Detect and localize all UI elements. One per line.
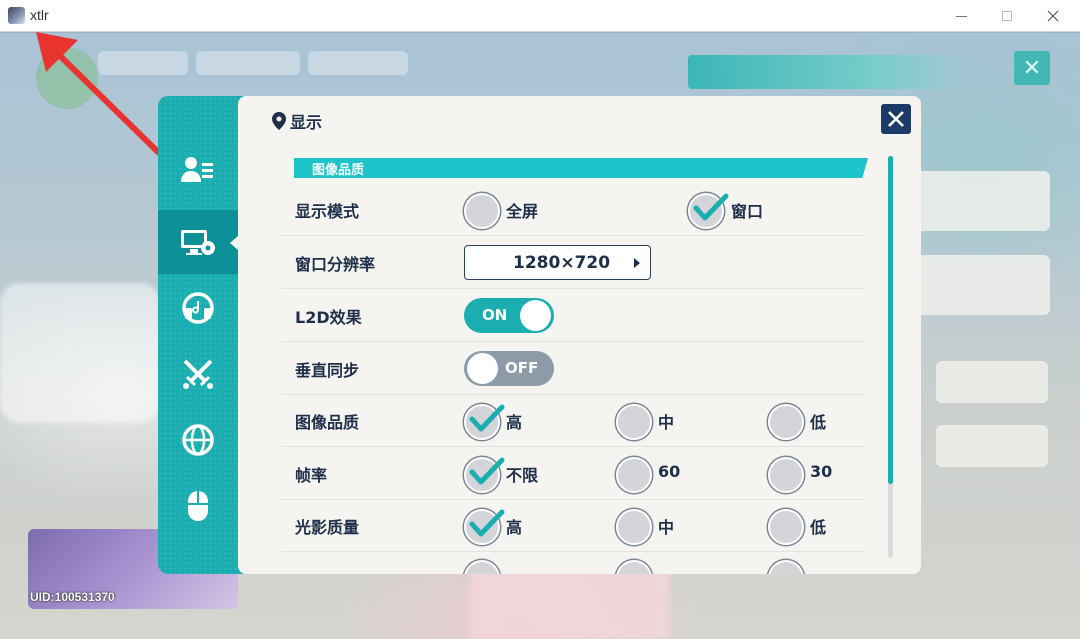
l2d-row: L2D效果 ON	[282, 290, 864, 342]
toggle-knob	[467, 353, 498, 384]
check-icon	[469, 509, 505, 537]
l2d-toggle[interactable]: ON	[464, 298, 554, 333]
settings-sidebar	[158, 96, 244, 574]
frame-rate-30-label: 30	[810, 462, 833, 481]
background-card	[936, 425, 1048, 467]
display-mode-window-radio[interactable]	[688, 193, 729, 229]
background-close-icon: ✕	[1014, 51, 1050, 85]
display-mode-fullscreen-label: 全屏	[506, 202, 539, 221]
sidebar-item-battle[interactable]	[158, 342, 238, 406]
frame-rate-unlimited-radio[interactable]	[464, 457, 505, 493]
globe-icon	[182, 424, 214, 456]
shadow-quality-low-radio[interactable]	[768, 509, 804, 545]
shadow-quality-high-radio[interactable]	[464, 509, 505, 545]
shadow-quality-high-label: 高	[506, 518, 523, 537]
image-quality-label: 图像品质	[295, 413, 360, 432]
image-quality-medium-radio[interactable]	[616, 404, 652, 440]
image-quality-row: 图像品质 高 中 低	[282, 395, 864, 447]
mouse-icon	[188, 491, 208, 521]
hud-resource	[196, 51, 300, 75]
background-building	[0, 283, 160, 423]
scrollbar-thumb[interactable]	[888, 156, 893, 484]
caret-right-icon	[634, 258, 640, 268]
sidebar-item-more[interactable]	[158, 540, 238, 574]
uid-label: UID:100531370	[30, 590, 115, 604]
sidebar-item-audio[interactable]	[158, 276, 238, 340]
window-title: xtlr	[30, 7, 49, 23]
background-card	[912, 171, 1050, 231]
frame-rate-30-radio[interactable]	[768, 457, 804, 493]
image-quality-medium-label: 中	[658, 413, 675, 432]
shadow-quality-medium-label: 中	[658, 518, 675, 537]
close-window-button[interactable]	[1030, 0, 1076, 32]
check-icon	[469, 457, 505, 485]
sidebar-item-profile[interactable]	[158, 138, 238, 202]
frame-rate-unlimited-label: 不限	[506, 466, 539, 485]
vsync-row: 垂直同步 OFF	[282, 343, 864, 395]
background-card	[912, 255, 1050, 315]
shadow-quality-label: 光影质量	[295, 518, 360, 537]
settings-scrollbar[interactable]	[888, 156, 893, 558]
section-header: 图像品质	[294, 158, 868, 178]
frame-rate-row: 帧率 不限 60 30	[282, 448, 864, 500]
vsync-toggle-state: OFF	[505, 359, 539, 377]
minimize-icon	[955, 15, 967, 17]
shadow-quality-low-label: 低	[810, 518, 827, 537]
display-mode-row: 显示模式 全屏 窗口	[282, 184, 864, 236]
sidebar-item-display[interactable]	[158, 210, 238, 274]
sidebar-item-controls[interactable]	[158, 474, 238, 538]
display-mode-window-label: 窗口	[731, 202, 764, 221]
monitor-gear-icon	[181, 230, 215, 255]
headphones-icon	[182, 292, 214, 324]
toggle-knob	[520, 300, 551, 331]
display-mode-fullscreen-radio[interactable]	[464, 193, 500, 229]
more-icon	[183, 557, 213, 574]
vsync-label: 垂直同步	[295, 361, 360, 380]
image-quality-low-label: 低	[810, 413, 827, 432]
sidebar-active-pointer	[230, 236, 238, 250]
shadow-quality-row: 光影质量 高 中 低	[282, 500, 864, 552]
section-title: 图像品质	[312, 163, 365, 178]
background-card	[936, 361, 1048, 403]
close-settings-button[interactable]	[881, 104, 911, 134]
partial-radio[interactable]	[464, 560, 500, 574]
vsync-toggle[interactable]: OFF	[464, 351, 554, 386]
app-icon	[8, 7, 25, 24]
settings-panel: 显示 图像品质 显示模式 全屏 窗口 窗口分辨率 1280×720 L2D效果 …	[238, 96, 921, 574]
partial-radio[interactable]	[768, 560, 804, 574]
annotation-arrow-icon	[36, 32, 161, 155]
close-icon	[1047, 10, 1059, 22]
background-panel-header	[688, 55, 968, 89]
image-quality-high-radio[interactable]	[464, 404, 505, 440]
resolution-value: 1280×720	[513, 253, 611, 273]
next-row-partial	[282, 553, 864, 574]
sidebar-item-language[interactable]	[158, 408, 238, 472]
frame-rate-label: 帧率	[295, 466, 328, 485]
l2d-toggle-state: ON	[482, 306, 508, 324]
profile-list-icon	[181, 157, 213, 182]
check-icon	[469, 404, 505, 432]
frame-rate-60-radio[interactable]	[616, 457, 652, 493]
maximize-button[interactable]	[984, 0, 1030, 32]
image-quality-high-label: 高	[506, 413, 523, 432]
check-icon	[693, 193, 729, 221]
panel-title: 显示	[272, 109, 322, 133]
location-pin-icon	[272, 112, 286, 130]
close-icon	[888, 111, 904, 127]
hud-resource	[308, 51, 408, 75]
maximize-icon	[1002, 11, 1012, 21]
resolution-dropdown[interactable]: 1280×720	[464, 245, 651, 280]
resolution-label: 窗口分辨率	[295, 255, 376, 274]
window-titlebar: xtlr	[0, 0, 1080, 32]
frame-rate-60-label: 60	[658, 462, 681, 481]
display-mode-label: 显示模式	[295, 202, 360, 221]
partial-radio[interactable]	[616, 560, 652, 574]
resolution-row: 窗口分辨率 1280×720	[282, 237, 864, 289]
panel-title-text: 显示	[290, 113, 323, 132]
minimize-button[interactable]	[938, 0, 984, 32]
image-quality-low-radio[interactable]	[768, 404, 804, 440]
shadow-quality-medium-radio[interactable]	[616, 509, 652, 545]
l2d-label: L2D效果	[295, 308, 362, 327]
crossed-swords-icon	[183, 359, 213, 389]
